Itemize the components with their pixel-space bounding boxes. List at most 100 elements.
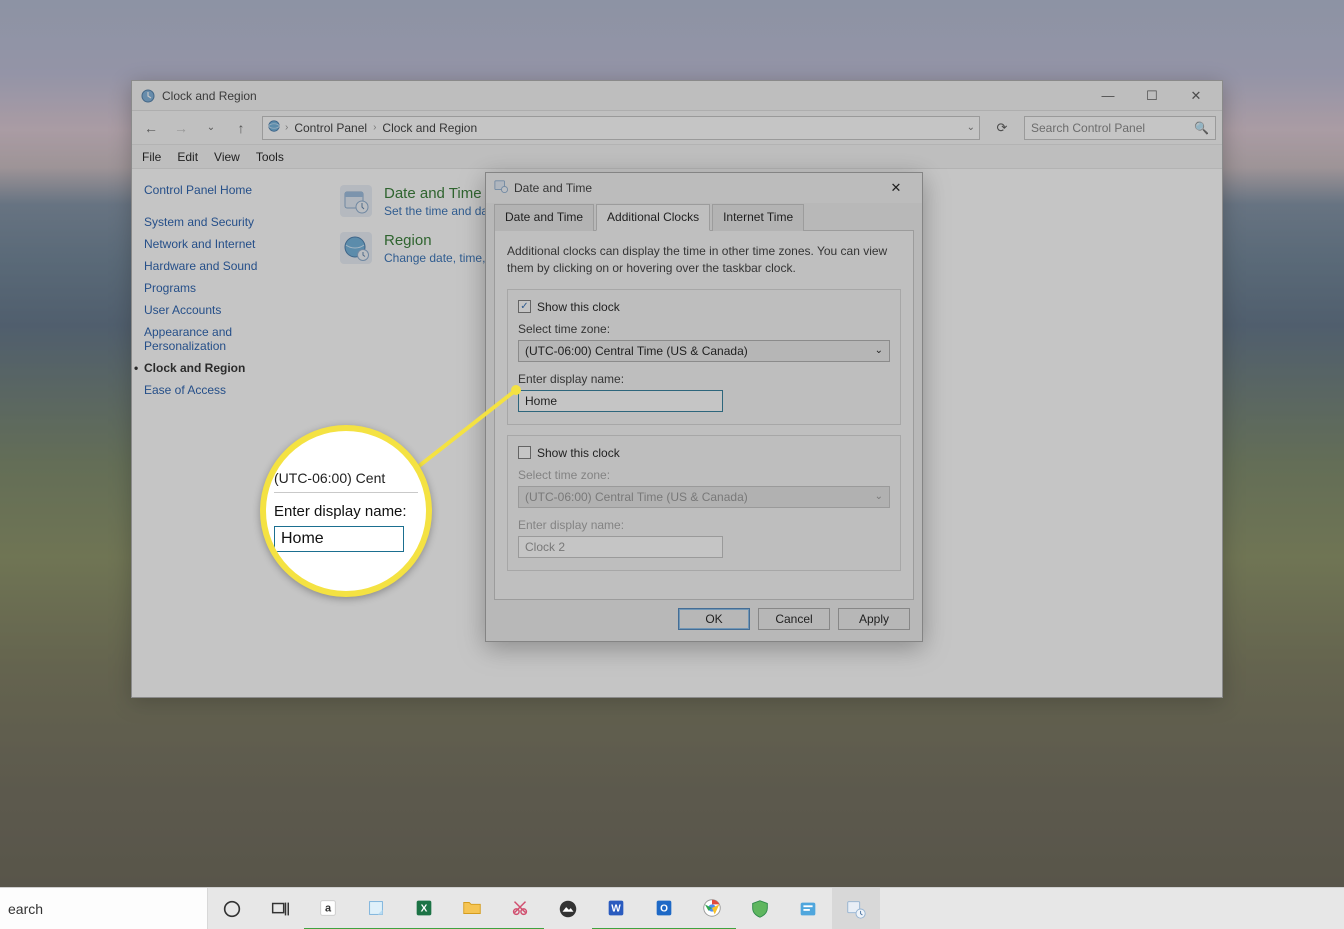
date-time-cpl-icon[interactable] <box>832 888 880 929</box>
date-time-dialog: Date and Time ✕ Date and Time Additional… <box>485 172 923 642</box>
tab-internet-time[interactable]: Internet Time <box>712 204 804 231</box>
magnifier-label: Enter display name: <box>274 503 418 520</box>
breadcrumb-leaf[interactable]: Clock and Region <box>380 121 479 135</box>
nav-toolbar: ← → ⌄ ↑ › Control Panel › Clock and Regi… <box>132 111 1222 145</box>
ok-button[interactable]: OK <box>678 608 750 630</box>
clock1-name-input[interactable]: Home <box>518 390 723 412</box>
snip-sketch-icon[interactable] <box>496 888 544 929</box>
magnifier-value: Home <box>274 526 404 552</box>
refresh-button[interactable]: ⟳ <box>990 116 1014 140</box>
breadcrumb-sep-icon: › <box>373 122 376 133</box>
photos-icon[interactable] <box>544 888 592 929</box>
back-button[interactable]: ← <box>138 115 164 141</box>
apply-button[interactable]: Apply <box>838 608 910 630</box>
sidebar-item-network-internet[interactable]: Network and Internet <box>144 233 310 255</box>
file-explorer-icon[interactable] <box>448 888 496 929</box>
clock2-show-checkbox-row[interactable]: Show this clock <box>518 446 890 460</box>
sidebar-item-system-security[interactable]: System and Security <box>144 211 310 233</box>
clock2-tz-label: Select time zone: <box>518 468 890 482</box>
dialog-titlebar[interactable]: Date and Time ✕ <box>486 173 922 203</box>
tab-date-and-time[interactable]: Date and Time <box>494 204 594 231</box>
globe-icon <box>267 119 281 136</box>
svg-text:X: X <box>421 903 428 914</box>
sidebar: Control Panel Home System and Security N… <box>132 169 322 697</box>
svg-text:W: W <box>611 903 621 914</box>
recent-dropdown-button[interactable]: ⌄ <box>198 115 224 141</box>
clock1-show-label: Show this clock <box>537 300 620 314</box>
magnifier-callout: (UTC-06:00) Cent Enter display name: Hom… <box>260 425 432 597</box>
calendar-clock-icon <box>340 185 372 217</box>
outlook-icon[interactable]: O <box>640 888 688 929</box>
forward-button[interactable]: → <box>168 115 194 141</box>
svg-text:O: O <box>660 903 668 914</box>
clock1-name-label: Enter display name: <box>518 372 890 386</box>
cancel-button[interactable]: Cancel <box>758 608 830 630</box>
tab-panel-additional-clocks: Additional clocks can display the time i… <box>494 230 914 600</box>
word-icon[interactable]: W <box>592 888 640 929</box>
chrome-icon[interactable] <box>688 888 736 929</box>
clock1-tz-label: Select time zone: <box>518 322 890 336</box>
clock2-name-value: Clock 2 <box>525 540 565 554</box>
globe-clock-icon <box>340 232 372 264</box>
clock2-show-label: Show this clock <box>537 446 620 460</box>
settings-panel-icon[interactable] <box>784 888 832 929</box>
amazon-app-icon[interactable]: a <box>304 888 352 929</box>
clock2-name-label: Enter display name: <box>518 518 890 532</box>
clock2-timezone-combo: (UTC-06:00) Central Time (US & Canada) ⌄ <box>518 486 890 508</box>
calendar-clock-icon <box>494 179 508 198</box>
desktop-background: Clock and Region — ☐ ✕ ← → ⌄ ↑ › Control… <box>0 0 1344 929</box>
clock-region-icon <box>140 88 156 104</box>
clock1-timezone-combo[interactable]: (UTC-06:00) Central Time (US & Canada) ⌄ <box>518 340 890 362</box>
taskbar-search[interactable]: earch <box>0 888 208 929</box>
breadcrumb-root[interactable]: Control Panel <box>292 121 369 135</box>
menu-bar: File Edit View Tools <box>132 145 1222 169</box>
taskbar-icons: a X W O <box>208 888 880 929</box>
clock1-timezone-value: (UTC-06:00) Central Time (US & Canada) <box>525 344 748 358</box>
clock2-name-input: Clock 2 <box>518 536 723 558</box>
clock1-show-checkbox-row[interactable]: ✓ Show this clock <box>518 300 890 314</box>
breadcrumb-sep-icon: › <box>285 122 288 133</box>
search-box[interactable]: Search Control Panel 🔍 <box>1024 116 1216 140</box>
clock2-group: Show this clock Select time zone: (UTC-0… <box>507 435 901 571</box>
chevron-down-icon: ⌄ <box>875 491 883 502</box>
sidebar-item-hardware-sound[interactable]: Hardware and Sound <box>144 255 310 277</box>
window-title: Clock and Region <box>162 89 1086 103</box>
date-time-link[interactable]: Date and Time <box>384 185 498 202</box>
menu-file[interactable]: File <box>142 150 161 164</box>
sticky-notes-icon[interactable] <box>352 888 400 929</box>
windows-security-icon[interactable] <box>736 888 784 929</box>
sidebar-item-clock-region[interactable]: Clock and Region <box>144 357 310 379</box>
up-button[interactable]: ↑ <box>228 115 254 141</box>
maximize-button[interactable]: ☐ <box>1130 82 1174 110</box>
sidebar-item-appearance[interactable]: Appearance and Personalization <box>144 321 310 357</box>
date-time-sublink[interactable]: Set the time and date <box>384 204 498 218</box>
checkbox-icon[interactable]: ✓ <box>518 300 531 313</box>
close-button[interactable]: ✕ <box>1174 82 1218 110</box>
sidebar-item-user-accounts[interactable]: User Accounts <box>144 299 310 321</box>
taskbar[interactable]: earch a X W O <box>0 887 1344 929</box>
excel-icon[interactable]: X <box>400 888 448 929</box>
task-view-icon[interactable] <box>256 888 304 929</box>
search-icon: 🔍 <box>1194 121 1209 135</box>
taskbar-search-placeholder: earch <box>8 901 43 917</box>
addr-dropdown-icon[interactable]: ⌄ <box>967 122 975 133</box>
dialog-close-button[interactable]: ✕ <box>876 175 916 201</box>
menu-tools[interactable]: Tools <box>256 150 284 164</box>
svg-text:a: a <box>325 902 332 914</box>
titlebar[interactable]: Clock and Region — ☐ ✕ <box>132 81 1222 111</box>
dialog-button-row: OK Cancel Apply <box>486 608 922 642</box>
minimize-button[interactable]: — <box>1086 82 1130 110</box>
sidebar-item-programs[interactable]: Programs <box>144 277 310 299</box>
checkbox-icon[interactable] <box>518 446 531 459</box>
menu-view[interactable]: View <box>214 150 240 164</box>
address-bar[interactable]: › Control Panel › Clock and Region ⌄ <box>262 116 980 140</box>
cortana-circle-icon[interactable] <box>208 888 256 929</box>
menu-edit[interactable]: Edit <box>177 150 198 164</box>
chevron-down-icon: ⌄ <box>875 345 883 356</box>
dialog-title: Date and Time <box>514 181 876 195</box>
sidebar-item-ease-access[interactable]: Ease of Access <box>144 379 310 401</box>
tab-additional-clocks[interactable]: Additional Clocks <box>596 204 710 231</box>
magnifier-tz-fragment: (UTC-06:00) Cent <box>274 470 418 493</box>
control-panel-home-link[interactable]: Control Panel Home <box>144 183 310 197</box>
clock2-timezone-value: (UTC-06:00) Central Time (US & Canada) <box>525 490 748 504</box>
